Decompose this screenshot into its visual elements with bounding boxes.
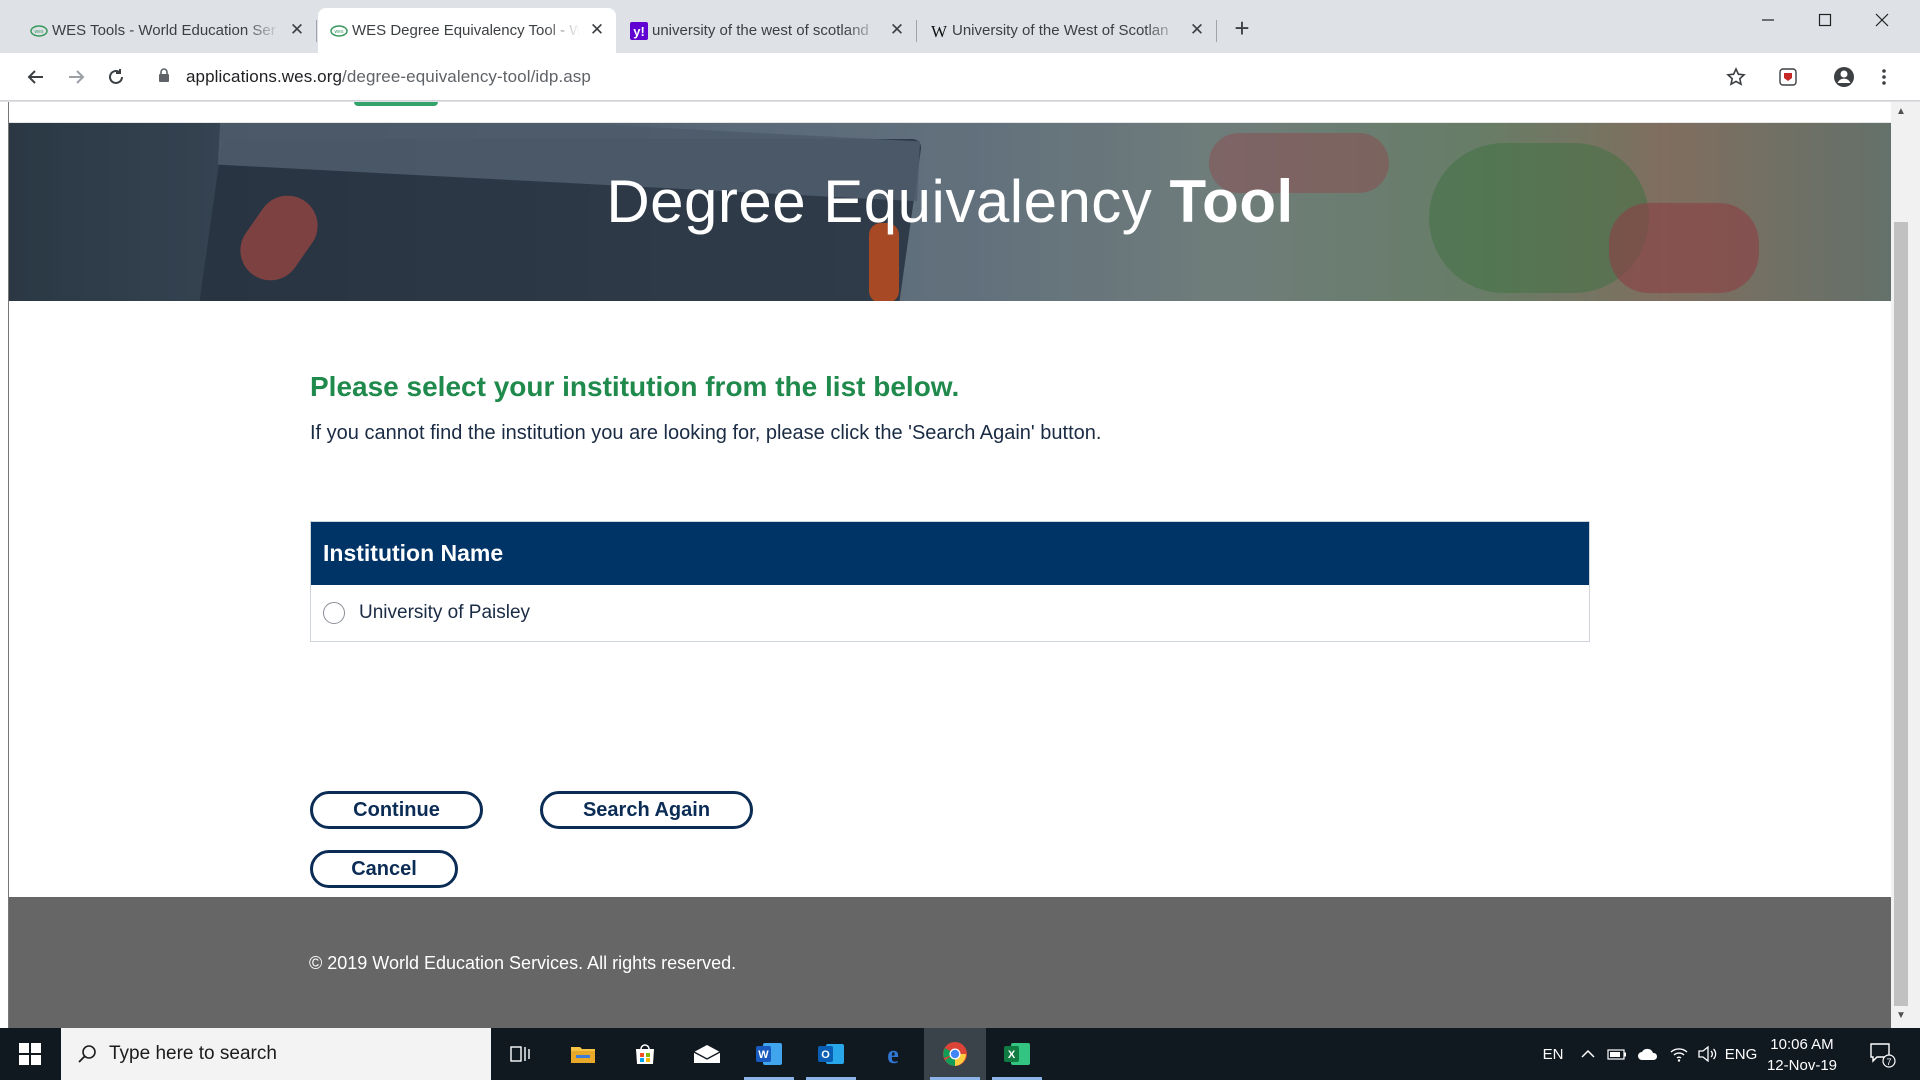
site-header xyxy=(9,102,1891,123)
svg-text:W: W xyxy=(931,22,948,40)
institution-table: Institution Name University of Paisley xyxy=(310,521,1590,642)
mail-icon[interactable] xyxy=(676,1028,738,1080)
url-path: /degree-equivalency-tool/idp.asp xyxy=(342,67,591,86)
site-footer: © 2019 World Education Services. All rig… xyxy=(9,897,1891,1028)
tab-strip: wes WES Tools - World Education Ser ✕ we… xyxy=(0,0,1920,53)
instruction-text: If you cannot find the institution you a… xyxy=(310,422,1102,444)
tab-title: university of the west of scotland xyxy=(652,22,869,39)
address-bar[interactable]: applications.wes.org/degree-equivalency-… xyxy=(150,60,1776,94)
task-view-icon[interactable] xyxy=(490,1028,552,1080)
tab-wikipedia[interactable]: W University of the West of Scotlan ✕ xyxy=(918,8,1216,53)
svg-text:O: O xyxy=(821,1049,830,1061)
page-title-bold: Tool xyxy=(1169,168,1294,235)
continue-button[interactable]: Continue xyxy=(310,791,483,829)
wes-logo-icon: wes xyxy=(30,22,48,40)
minimize-icon[interactable] xyxy=(1740,0,1796,40)
profile-avatar-icon[interactable] xyxy=(1832,65,1856,89)
menu-kebab-icon[interactable] xyxy=(1872,65,1896,89)
page-title: Degree Equivalency Tool xyxy=(9,167,1891,236)
cancel-button[interactable]: Cancel xyxy=(310,850,458,888)
svg-text:W: W xyxy=(758,1049,769,1061)
svg-text:e: e xyxy=(887,1041,899,1067)
tab-title: WES Tools - World Education Ser xyxy=(52,22,276,39)
wifi-icon[interactable] xyxy=(1666,1028,1692,1080)
wes-logo[interactable] xyxy=(354,102,438,106)
extension-icon[interactable] xyxy=(1776,65,1800,89)
word-icon[interactable]: W xyxy=(738,1028,800,1080)
file-explorer-icon[interactable] xyxy=(552,1028,614,1080)
wikipedia-icon: W xyxy=(930,22,948,40)
hero-banner: Degree Equivalency Tool xyxy=(9,123,1891,301)
lock-icon xyxy=(158,67,172,87)
chrome-icon[interactable] xyxy=(924,1028,986,1080)
tab-degree-equivalency[interactable]: wes WES Degree Equivalency Tool - W ✕ xyxy=(318,8,616,53)
tab-wes-tools[interactable]: wes WES Tools - World Education Ser ✕ xyxy=(18,8,316,53)
page: Degree Equivalency Tool Please select yo… xyxy=(9,102,1891,1028)
browser-toolbar: applications.wes.org/degree-equivalency-… xyxy=(0,53,1920,101)
svg-text:X: X xyxy=(1008,1049,1016,1061)
tab-close-icon[interactable]: ✕ xyxy=(288,20,306,39)
battery-icon[interactable] xyxy=(1604,1028,1630,1080)
scrollbar-thumb[interactable] xyxy=(1894,222,1908,1006)
svg-text:wes: wes xyxy=(35,29,44,35)
system-clock[interactable]: 10:06 AM 12-Nov-19 xyxy=(1760,1034,1844,1076)
tab-separator xyxy=(1216,20,1217,42)
url-host: applications.wes.org xyxy=(186,67,343,86)
search-placeholder: Type here to search xyxy=(109,1043,277,1064)
clock-date: 12-Nov-19 xyxy=(1766,1057,1838,1074)
table-header: Institution Name xyxy=(311,522,1589,585)
tab-title: WES Degree Equivalency Tool - W xyxy=(352,22,580,39)
bookmark-star-icon[interactable] xyxy=(1724,65,1748,89)
tab-yahoo-search[interactable]: y! university of the west of scotland ✕ xyxy=(618,8,916,53)
search-icon xyxy=(77,1044,97,1064)
close-window-icon[interactable] xyxy=(1854,0,1910,40)
page-title-light: Degree Equivalency xyxy=(606,168,1170,235)
section-heading: Please select your institution from the … xyxy=(310,371,960,402)
volume-icon[interactable] xyxy=(1694,1028,1720,1080)
yahoo-icon: y! xyxy=(630,22,648,40)
wes-logo-icon: wes xyxy=(330,22,348,40)
tab-separator xyxy=(316,20,317,42)
institution-radio[interactable] xyxy=(323,602,345,624)
tab-title: University of the West of Scotlan xyxy=(952,22,1169,39)
back-arrow-icon[interactable] xyxy=(22,63,50,91)
notification-center-icon[interactable]: 7 xyxy=(1862,1028,1902,1080)
page-viewport: Degree Equivalency Tool Please select yo… xyxy=(0,102,1920,1028)
tab-close-icon[interactable]: ✕ xyxy=(1188,20,1206,39)
left-edge xyxy=(0,102,9,1028)
chevron-up-icon[interactable] xyxy=(1576,1028,1600,1080)
taskbar: Type here to search W O e X EN ENG 10:06… xyxy=(0,1028,1920,1080)
tab-close-icon[interactable]: ✕ xyxy=(888,20,906,39)
notification-count: 7 xyxy=(1886,1057,1891,1067)
store-icon[interactable] xyxy=(614,1028,676,1080)
url-text: applications.wes.org/degree-equivalency-… xyxy=(186,67,591,87)
keyboard-language[interactable]: ENG xyxy=(1722,1028,1760,1080)
clock-time: 10:06 AM xyxy=(1770,1036,1834,1053)
scroll-up-icon[interactable]: ▲ xyxy=(1893,104,1909,120)
tab-separator xyxy=(916,20,917,42)
svg-text:wes: wes xyxy=(335,29,344,35)
search-again-button[interactable]: Search Again xyxy=(540,791,753,829)
tab-close-icon[interactable]: ✕ xyxy=(588,20,606,39)
onedrive-cloud-icon[interactable] xyxy=(1634,1028,1662,1080)
taskbar-search-box[interactable]: Type here to search xyxy=(61,1028,491,1080)
copyright-text: © 2019 World Education Services. All rig… xyxy=(309,953,737,973)
forward-arrow-icon[interactable] xyxy=(62,63,90,91)
new-tab-icon[interactable]: + xyxy=(1230,15,1254,41)
svg-text:y!: y! xyxy=(633,24,645,39)
page-scrollbar[interactable]: ▲ ▼ xyxy=(1891,102,1920,1028)
maximize-icon[interactable] xyxy=(1797,0,1853,40)
input-language[interactable]: EN xyxy=(1538,1028,1568,1080)
scroll-down-icon[interactable]: ▼ xyxy=(1893,1008,1909,1024)
reload-icon[interactable] xyxy=(102,63,130,91)
outlook-icon[interactable]: O xyxy=(800,1028,862,1080)
table-row[interactable]: University of Paisley xyxy=(311,585,1589,641)
excel-icon[interactable]: X xyxy=(986,1028,1048,1080)
institution-name: University of Paisley xyxy=(359,602,531,623)
edge-icon[interactable]: e xyxy=(862,1028,924,1080)
windows-start-icon[interactable] xyxy=(0,1028,60,1080)
